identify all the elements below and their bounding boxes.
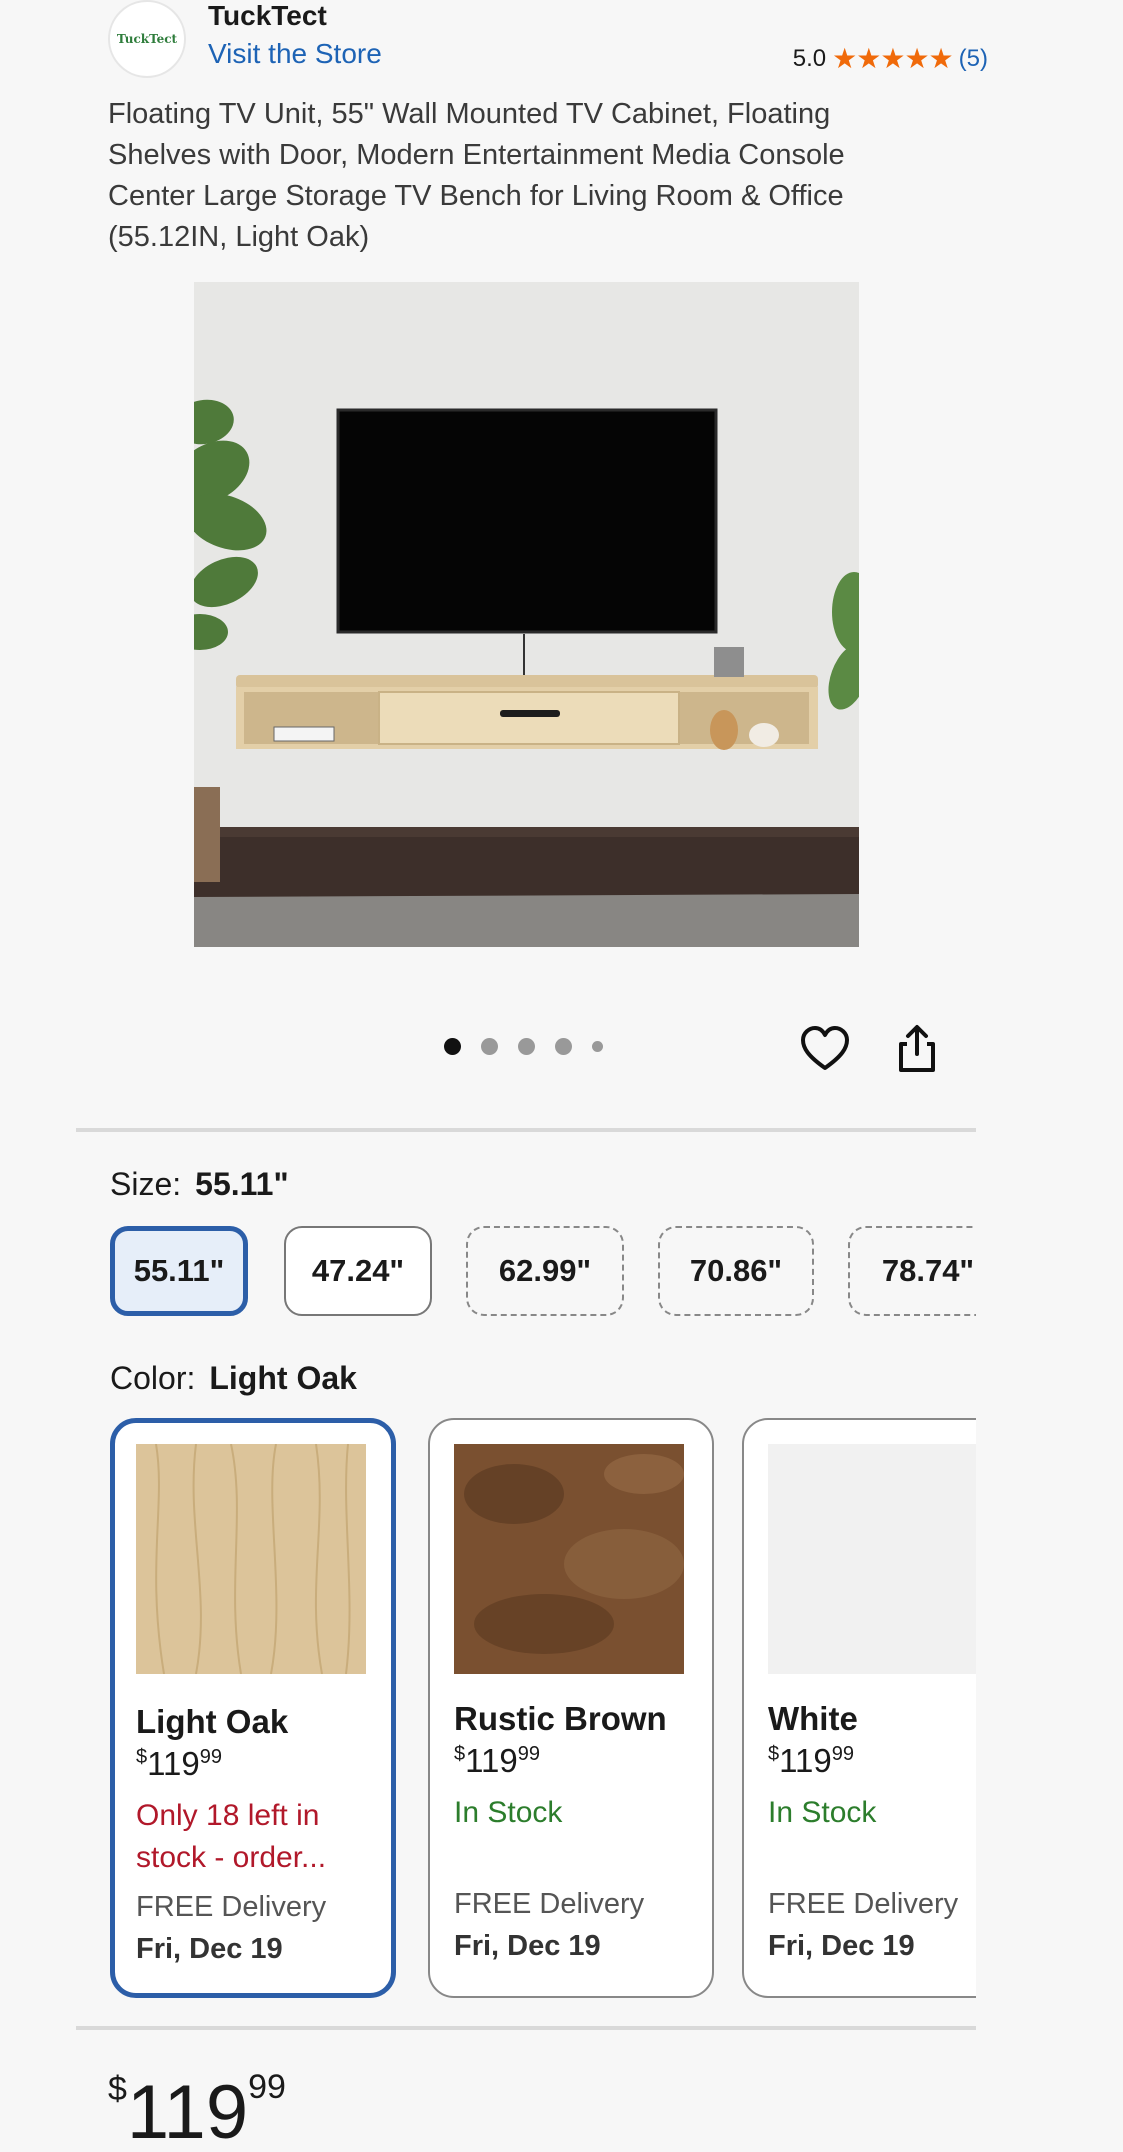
color-price: $11999 [768,1742,854,1779]
color-option-rustic-brown[interactable]: Rustic Brown $11999 In Stock FREE Delive… [428,1418,714,1998]
color-label: Color: Light Oak [110,1360,357,1397]
store-name: TuckTect [208,0,327,31]
delivery-date: Fri, Dec 19 [454,1930,601,1962]
star-rating-icon: ★★★★★ [832,43,954,74]
color-name: Rustic Brown [454,1700,667,1737]
review-count-link[interactable]: (5) [959,45,988,73]
color-name: White [768,1700,858,1737]
color-options: Light Oak $11999 Only 18 left in stock -… [110,1418,976,2000]
size-options: 55.11" 47.24" 62.99" 70.86" 78.74" [110,1226,976,1318]
carousel-dot[interactable] [592,1041,603,1052]
color-selected-value: Light Oak [209,1360,357,1396]
color-price: $11999 [454,1742,540,1779]
color-price: $11999 [136,1745,222,1782]
favorite-heart-icon[interactable] [798,1022,852,1076]
color-swatch-rustic-brown [454,1444,684,1674]
section-divider [76,2026,976,2030]
product-image[interactable] [194,282,859,947]
delivery-date: Fri, Dec 19 [768,1930,915,1962]
size-option-62-99[interactable]: 62.99" [466,1226,624,1316]
size-label-text: Size: [110,1166,182,1202]
size-option-55-11[interactable]: 55.11" [110,1226,248,1316]
carousel-dot[interactable] [555,1038,572,1055]
size-option-47-24[interactable]: 47.24" [284,1226,432,1316]
color-swatch-light-oak [136,1443,366,1675]
color-name: Light Oak [136,1703,289,1740]
product-title: Floating TV Unit, 55" Wall Mounted TV Ca… [108,98,845,253]
store-logo[interactable]: TuckTect [108,0,186,78]
delivery-label: FREE Delivery [768,1888,959,1920]
section-divider [76,1128,976,1132]
size-option-70-86[interactable]: 70.86" [658,1226,814,1316]
size-label: Size: 55.11" [110,1166,289,1203]
delivery-date: Fri, Dec 19 [136,1933,283,1965]
carousel-dot[interactable] [481,1038,498,1055]
size-selected-value: 55.11" [195,1166,289,1202]
store-header: TuckTect TuckTect Visit the Store 5.0 ★★… [108,0,988,80]
share-icon[interactable] [890,1022,944,1076]
size-option-78-74[interactable]: 78.74" [848,1226,976,1316]
visit-store-link[interactable]: Visit the Store [208,38,382,70]
rating-score: 5.0 [792,44,827,72]
color-label-text: Color: [110,1360,196,1396]
carousel-dot[interactable] [518,1038,535,1055]
product-photo [194,282,859,947]
store-logo-text: TuckTect [116,32,178,46]
stock-status: In Stock [454,1796,563,1829]
color-option-white[interactable]: White $11999 In Stock FREE Delivery Fri,… [742,1418,976,1998]
delivery-label: FREE Delivery [454,1888,645,1920]
stock-status: Only 18 left in stock - order... [136,1799,327,1874]
image-carousel-dots[interactable] [444,1038,603,1055]
rating-summary[interactable]: 5.0 ★★★★★ (5) [793,42,988,75]
stock-status: In Stock [768,1796,877,1829]
delivery-label: FREE Delivery [136,1891,327,1923]
color-option-light-oak[interactable]: Light Oak $11999 Only 18 left in stock -… [110,1418,396,1998]
carousel-dot[interactable] [444,1038,461,1055]
color-swatch-white [768,1444,976,1674]
product-price: $11999 [108,2068,286,2152]
